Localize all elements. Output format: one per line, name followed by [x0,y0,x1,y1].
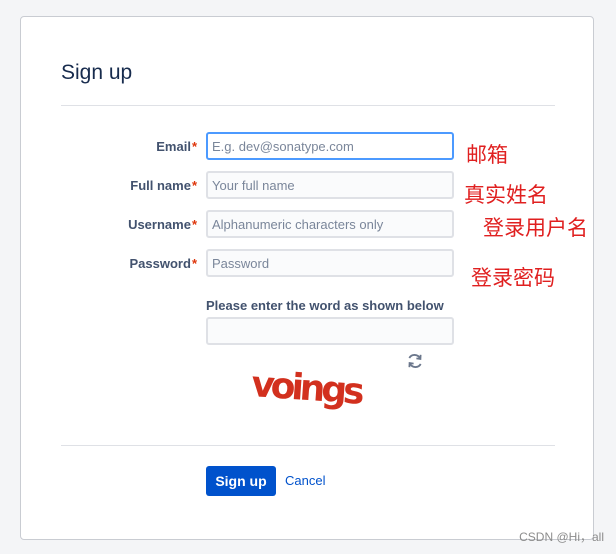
required-marker: * [191,178,197,193]
footer-divider [61,445,555,446]
watermark: CSDN @Hi，all [519,530,604,544]
email-field[interactable] [206,132,454,160]
sign-up-button[interactable]: Sign up [206,466,276,496]
full-name-label: Full name* [130,178,197,193]
required-marker: * [191,256,197,271]
email-annotation: 邮箱 [466,143,508,167]
captcha-image: voings [247,364,397,426]
captcha-field[interactable] [206,317,454,345]
username-label: Username* [128,217,197,232]
required-marker: * [191,217,197,232]
full-name-annotation: 真实姓名 [464,183,548,207]
header-divider [61,105,555,106]
page-title: Sign up [61,61,133,84]
username-annotation: 登录用户名 [483,216,588,240]
full-name-field[interactable] [206,171,454,199]
required-marker: * [191,139,197,154]
captcha-prompt: Please enter the word as shown below [206,298,444,313]
password-annotation: 登录密码 [471,266,555,290]
email-label: Email* [156,139,197,154]
cancel-link[interactable]: Cancel [285,473,325,488]
refresh-icon[interactable] [406,352,424,370]
password-label: Password* [129,256,197,271]
captcha-word: voings [250,365,365,413]
password-field[interactable] [206,249,454,277]
username-field[interactable] [206,210,454,238]
